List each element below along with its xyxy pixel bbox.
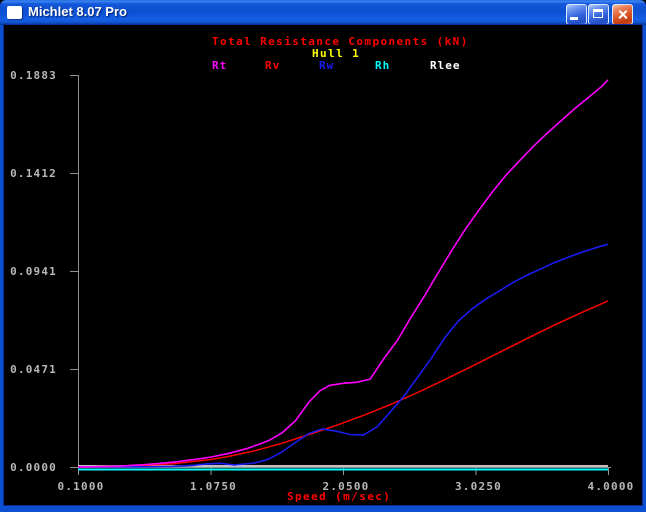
series-rw-curve [77, 243, 609, 468]
y-tick-label: 0.1412 [10, 167, 57, 180]
y-tick-label: 0.1883 [10, 69, 57, 82]
legend-item-rh: Rh [375, 59, 391, 72]
resistance-chart: 0.1883 0.1412 0.0941 0.0471 0.00000.1000 1.07… [10, 69, 635, 493]
y-tick-label: 0.0000 [10, 461, 57, 474]
x-axis-label: Speed (m/sec) [287, 490, 392, 503]
y-tick-label: 0.0941 [10, 265, 57, 278]
x-tick-label: 3.0250 [455, 480, 502, 493]
legend-item-rv: Rv [265, 59, 281, 72]
app-window: Michlet 8.07 Pro 0.1883 0.1412 0.0941 0.047… [0, 0, 646, 512]
x-tick-label: 4.0000 [588, 480, 635, 493]
legend-item-rw: Rw [319, 59, 335, 72]
x-tick-label: 1.0750 [190, 480, 237, 493]
legend-item-rt: Rt [212, 59, 228, 72]
legend-item-rlee: Rlee [430, 59, 461, 72]
y-tick-label: 0.0471 [10, 363, 57, 376]
series-rt-curve [77, 79, 609, 468]
x-tick-label: 0.1000 [58, 480, 105, 493]
